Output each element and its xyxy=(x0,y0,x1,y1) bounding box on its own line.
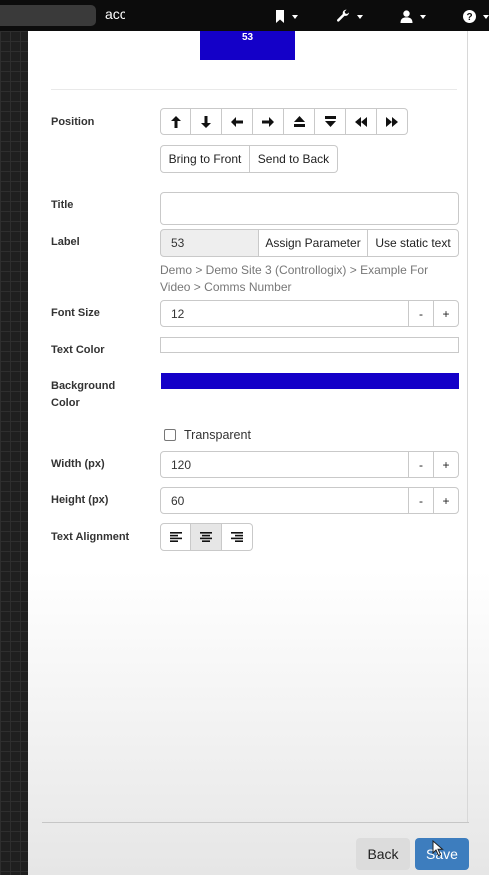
canvas-grid-background xyxy=(0,31,28,875)
height-decrement-button[interactable]: - xyxy=(408,487,434,514)
fast-backward-icon xyxy=(355,116,367,127)
user-icon xyxy=(400,9,413,23)
align-right-button[interactable] xyxy=(222,523,253,551)
send-to-back-button[interactable]: Send to Back xyxy=(250,145,338,173)
move-to-top-button[interactable] xyxy=(284,108,315,135)
transparent-checkbox[interactable] xyxy=(164,429,176,441)
width-input[interactable]: 120 xyxy=(160,451,409,478)
move-right-button[interactable] xyxy=(253,108,284,135)
transparent-option: Transparent xyxy=(164,428,251,442)
position-arrow-group xyxy=(160,108,408,135)
use-static-text-button[interactable]: Use static text xyxy=(367,229,459,257)
move-to-bottom-button[interactable] xyxy=(315,108,346,135)
font-size-decrement-button[interactable]: - xyxy=(408,300,434,327)
top-navbar: acc ? xyxy=(0,0,489,31)
font-size-input[interactable]: 12 xyxy=(160,300,409,327)
chevron-down-icon xyxy=(357,15,363,19)
help-icon: ? xyxy=(463,9,476,23)
help-menu[interactable]: ? xyxy=(463,7,489,25)
width-label: Width (px) xyxy=(51,458,105,470)
width-increment-button[interactable]: + xyxy=(433,451,459,478)
align-left-button[interactable] xyxy=(160,523,191,551)
search-box[interactable] xyxy=(0,5,96,26)
align-right-icon xyxy=(231,532,243,542)
fast-backward-button[interactable] xyxy=(346,108,377,135)
text-color-picker[interactable] xyxy=(160,337,459,353)
move-up-button[interactable] xyxy=(160,108,191,135)
fast-forward-button[interactable] xyxy=(377,108,408,135)
back-button[interactable]: Back xyxy=(356,838,410,870)
chevron-down-icon xyxy=(483,15,489,19)
arrow-left-icon xyxy=(231,116,243,127)
tools-menu[interactable] xyxy=(336,7,363,25)
align-center-button[interactable] xyxy=(191,523,222,551)
background-color-label: Background Color xyxy=(51,380,116,409)
align-left-icon xyxy=(169,532,182,542)
label-label: Label xyxy=(51,236,80,248)
parameter-path: Demo > Demo Site 3 (Controllogix) > Exam… xyxy=(160,263,429,294)
text-color-label: Text Color xyxy=(51,344,105,356)
footer-divider xyxy=(42,822,469,823)
position-label: Position xyxy=(51,116,95,128)
arrow-right-icon xyxy=(262,116,274,127)
font-size-label: Font Size xyxy=(51,307,100,319)
title-input[interactable] xyxy=(160,192,459,225)
divider xyxy=(51,89,457,90)
text-alignment-label: Text Alignment xyxy=(51,531,130,543)
mouse-cursor-icon xyxy=(432,840,444,857)
height-label: Height (px) xyxy=(51,494,109,506)
eject-up-icon xyxy=(293,116,305,127)
transparent-label: Transparent xyxy=(184,428,251,442)
width-decrement-button[interactable]: - xyxy=(408,451,434,478)
bookmark-icon xyxy=(276,9,284,23)
text-alignment-group xyxy=(160,523,253,551)
move-left-button[interactable] xyxy=(222,108,253,135)
fast-forward-icon xyxy=(386,116,398,127)
title-label: Title xyxy=(51,199,74,211)
height-input[interactable]: 60 xyxy=(160,487,409,514)
eject-down-icon xyxy=(324,116,336,127)
arrow-down-icon xyxy=(201,115,211,128)
move-down-button[interactable] xyxy=(191,108,222,135)
panel-scrollbar-track[interactable] xyxy=(467,31,468,823)
arrow-up-icon xyxy=(170,115,181,128)
user-menu[interactable] xyxy=(400,7,426,25)
chevron-down-icon xyxy=(420,15,426,19)
search-query-text: acc xyxy=(105,6,125,22)
align-center-icon xyxy=(200,532,212,542)
bring-to-front-button[interactable]: Bring to Front xyxy=(160,145,250,173)
height-increment-button[interactable]: + xyxy=(433,487,459,514)
font-size-increment-button[interactable]: + xyxy=(433,300,459,327)
background-color-picker[interactable] xyxy=(161,373,459,389)
layer-order-group: Bring to Front Send to Back xyxy=(160,145,338,173)
bookmark-menu[interactable] xyxy=(275,7,298,25)
wrench-icon xyxy=(336,9,349,22)
chevron-down-icon xyxy=(292,15,298,19)
assign-parameter-button[interactable]: Assign Parameter xyxy=(258,229,368,257)
element-preview[interactable]: 53 xyxy=(200,31,295,60)
svg-text:?: ? xyxy=(466,12,472,23)
label-value-input[interactable]: 53 xyxy=(160,229,259,257)
